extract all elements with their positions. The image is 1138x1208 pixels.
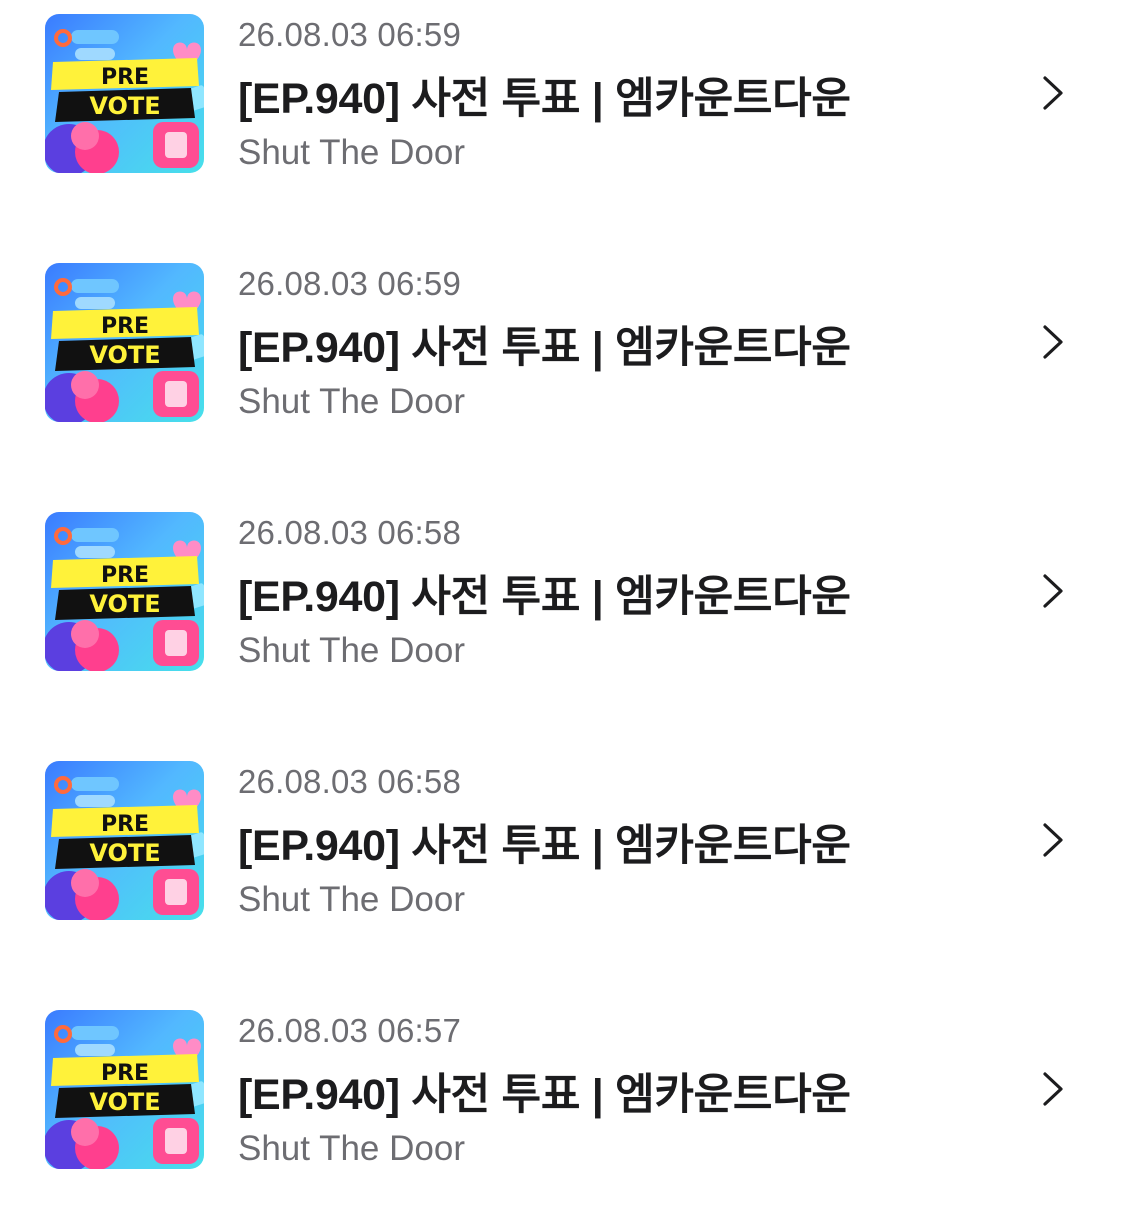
list-item-text: 26.08.03 06:58 [EP.940] 사전 투표 | 엠카운트다운 S… [45,510,945,710]
chevron-right-icon[interactable] [1036,72,1070,114]
list-item[interactable]: PRE VOTE 26.08.03 06:58 [EP.940] 사전 투표 |… [0,759,1138,959]
item-timestamp: 26.08.03 06:58 [238,763,462,800]
chevron-right-icon[interactable] [1036,570,1070,612]
item-timestamp: 26.08.03 06:59 [238,265,462,302]
item-title: [EP.940] 사전 투표 | 엠카운트다운 [238,1071,851,1119]
item-timestamp: 26.08.03 06:58 [238,514,462,551]
item-channel: Shut The Door [238,133,465,172]
item-timestamp: 26.08.03 06:59 [238,16,462,53]
list-item[interactable]: PRE VOTE 26.08.03 06:58 [EP.940] 사전 투표 |… [0,510,1138,710]
list-item[interactable]: PRE VOTE 26.08.03 06:59 [EP.940] 사전 투표 |… [0,12,1138,212]
item-channel: Shut The Door [238,880,465,919]
item-title: [EP.940] 사전 투표 | 엠카운트다운 [238,75,851,123]
list-item-text: 26.08.03 06:58 [EP.940] 사전 투표 | 엠카운트다운 S… [45,759,945,959]
list-item-text: 26.08.03 06:59 [EP.940] 사전 투표 | 엠카운트다운 S… [45,261,945,461]
list-item-text: 26.08.03 06:59 [EP.940] 사전 투표 | 엠카운트다운 S… [45,12,945,212]
chevron-right-icon[interactable] [1036,321,1070,363]
list-item-text: 26.08.03 06:57 [EP.940] 사전 투표 | 엠카운트다운 S… [45,1008,945,1208]
chevron-right-icon[interactable] [1036,1068,1070,1110]
list-item[interactable]: PRE VOTE 26.08.03 06:57 [EP.940] 사전 투표 |… [0,1008,1138,1208]
item-timestamp: 26.08.03 06:57 [238,1012,462,1049]
item-channel: Shut The Door [238,382,465,421]
item-title: [EP.940] 사전 투표 | 엠카운트다운 [238,822,851,870]
item-title: [EP.940] 사전 투표 | 엠카운트다운 [238,573,851,621]
item-title: [EP.940] 사전 투표 | 엠카운트다운 [238,324,851,372]
item-channel: Shut The Door [238,631,465,670]
chevron-right-icon[interactable] [1036,819,1070,861]
list-item[interactable]: PRE VOTE 26.08.03 06:59 [EP.940] 사전 투표 |… [0,261,1138,461]
item-channel: Shut The Door [238,1129,465,1168]
vote-history-list: PRE VOTE 26.08.03 06:59 [EP.940] 사전 투표 |… [0,0,1138,1200]
